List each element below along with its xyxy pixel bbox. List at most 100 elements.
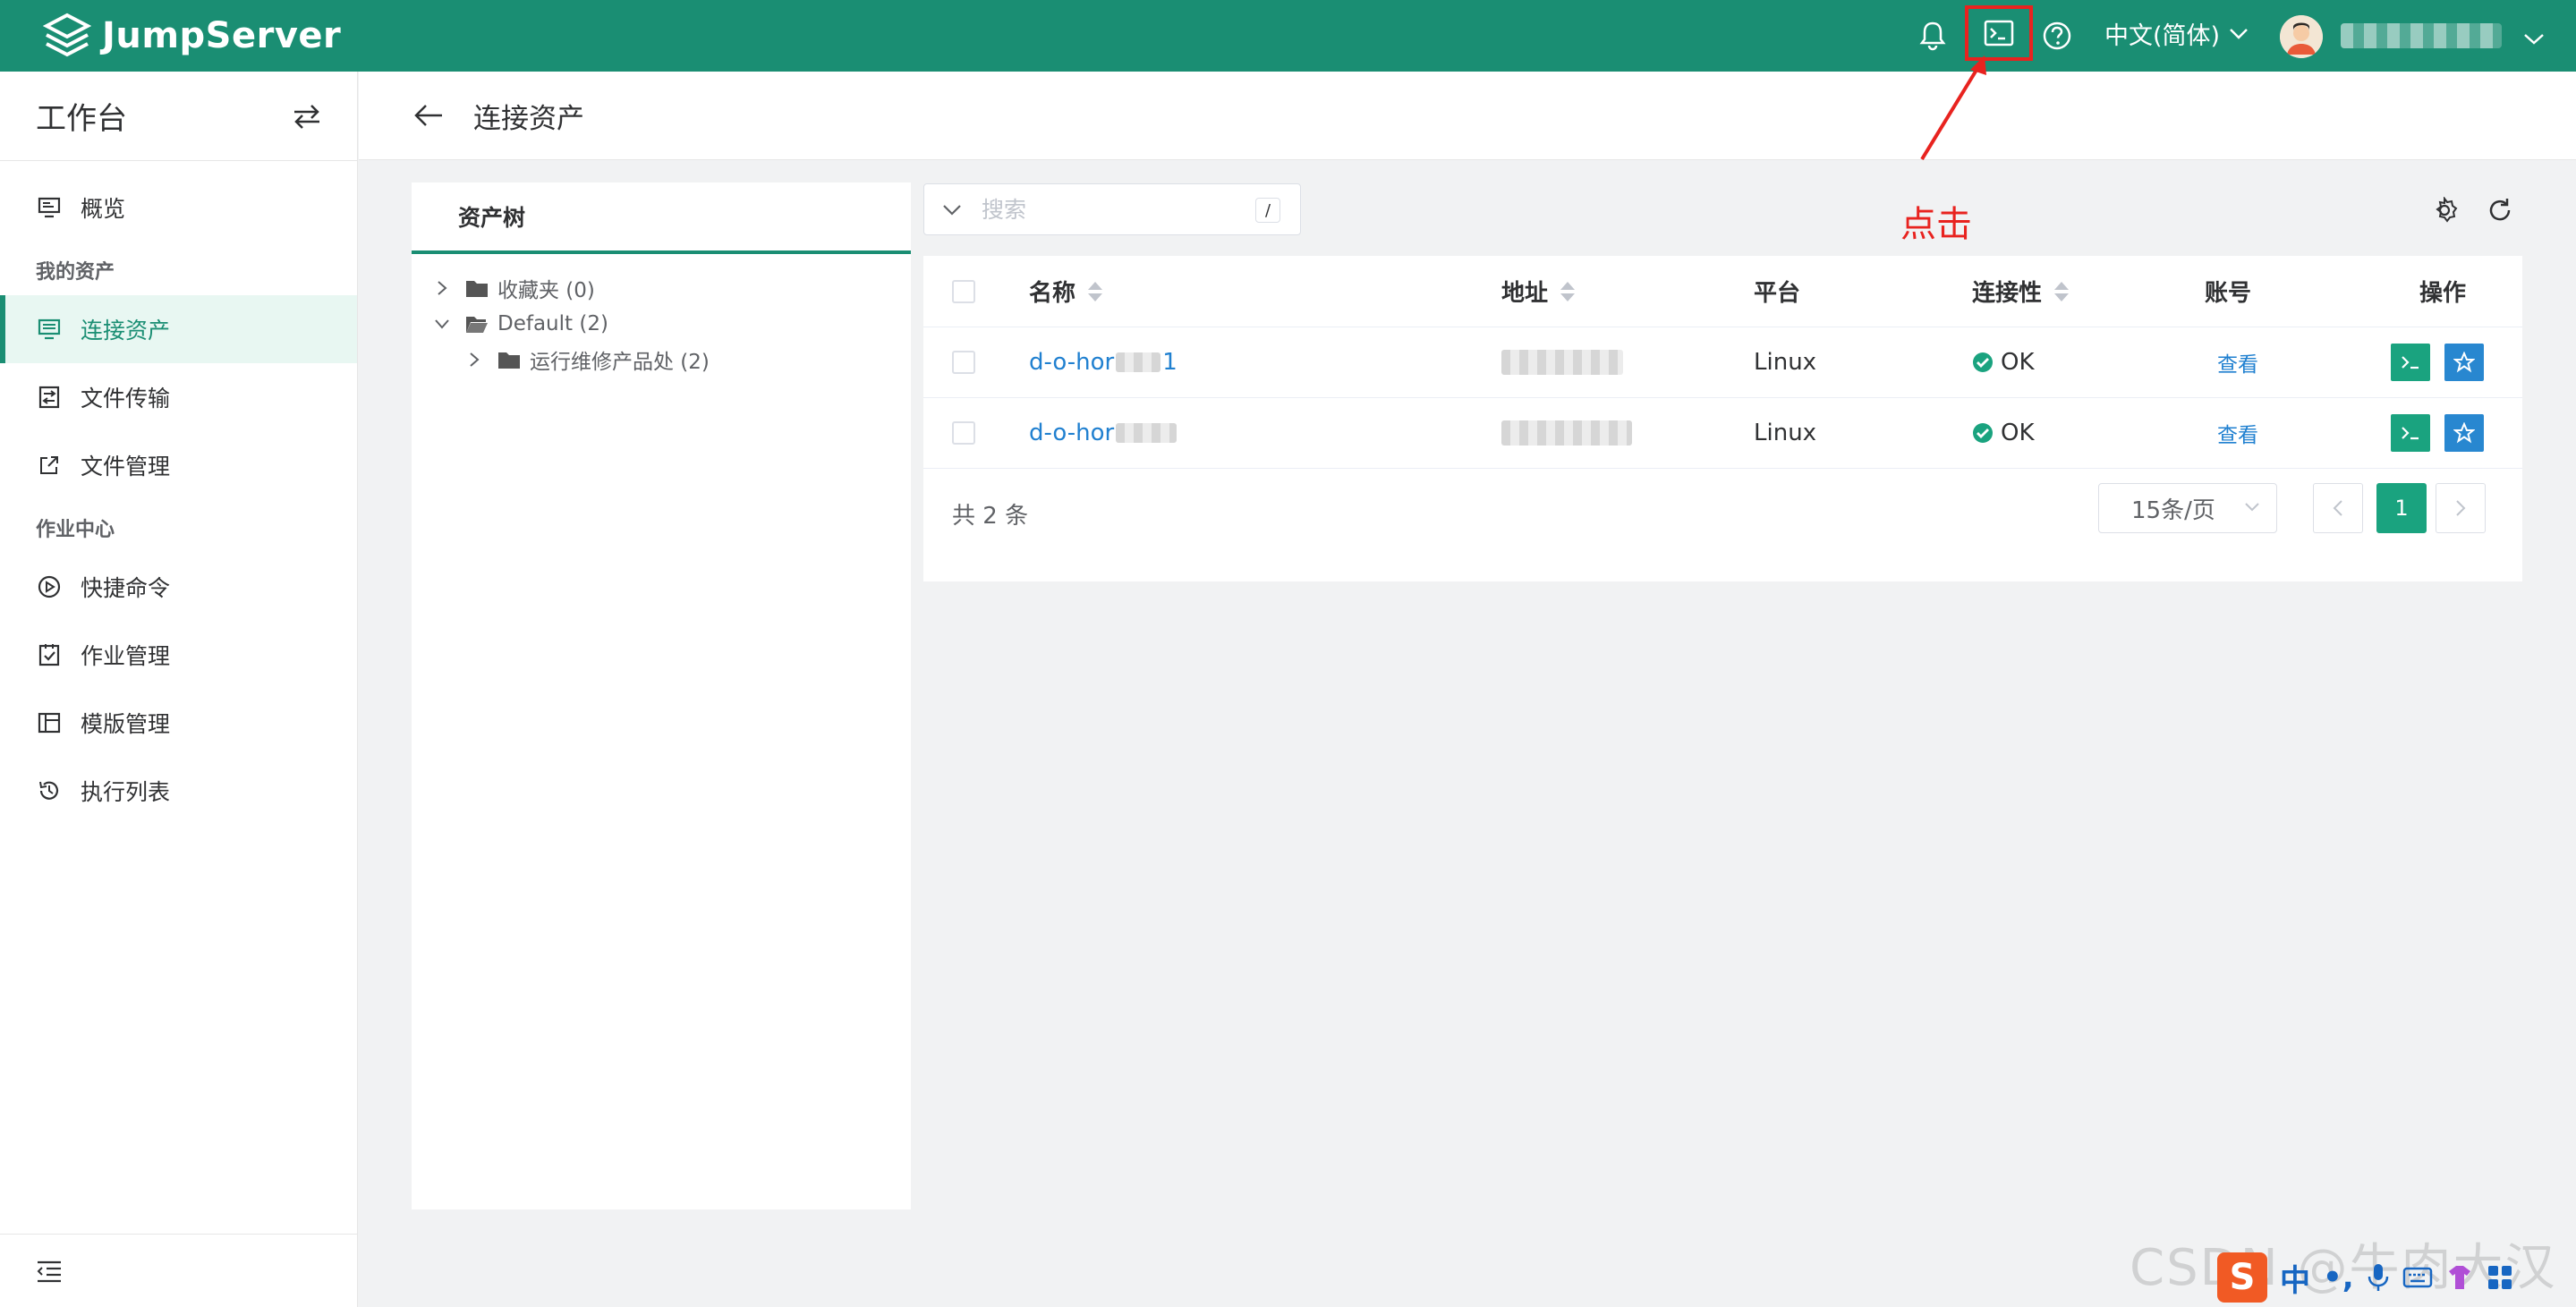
connectivity-status: OK [1972,327,2035,397]
bell-icon[interactable] [1915,18,1951,54]
check-circle-icon [1973,423,1993,443]
sogou-ime-logo[interactable]: S [2217,1252,2267,1303]
tree-node-default[interactable]: Default (2) [412,306,911,342]
column-label: 名称 [1029,280,1076,307]
page-number-1[interactable]: 1 [2376,483,2427,533]
sort-icon[interactable] [1559,280,1577,303]
keyboard-icon[interactable] [2402,1265,2433,1290]
column-header-account: 账号 [2205,256,2251,327]
sidebar-item-label: 文件传输 [81,386,171,412]
sidebar-item-file-transfer[interactable]: 文件传输 [0,363,357,431]
switch-view-icon[interactable] [293,104,321,129]
tree-node-label: Default (2) [497,312,608,335]
refresh-icon[interactable] [2482,192,2518,228]
skin-icon[interactable] [2445,1264,2474,1291]
asset-table: 名称 地址 平台 连接性 账号 操作 d-o-hor 1 Linux OK 查看 [923,256,2522,581]
column-header-name[interactable]: 名称 [1029,256,1104,327]
sidebar-item-job-manage[interactable]: 作业管理 [0,621,357,689]
asset-name: d-o-hor [1029,349,1115,376]
chevron-right-icon[interactable] [463,349,485,370]
tree-node-favorites[interactable]: 收藏夹 (0) [412,270,911,306]
language-label: 中文(简体) [2104,22,2221,50]
column-label: 连接性 [1972,280,2043,307]
row-checkbox[interactable] [952,351,975,374]
sidebar-item-label: 文件管理 [81,454,171,480]
sidebar-item-template-manage[interactable]: 模版管理 [0,689,357,757]
total-count: 共 2 条 [952,503,1029,530]
microphone-icon[interactable] [2367,1262,2390,1293]
logo[interactable]: JumpServer [43,12,341,60]
gear-icon[interactable] [2427,192,2462,228]
web-terminal-button[interactable] [1965,5,2033,61]
sort-icon[interactable] [1086,280,1104,303]
terminal-prompt-icon [2402,427,2419,440]
asset-tree-panel: 资产树 收藏夹 (0) Default (2) 运行维修产品处 (2) [412,182,911,1209]
page-size-value: 15条/页 [2131,496,2215,524]
column-header-platform: 平台 [1754,256,1800,327]
next-page-button[interactable] [2436,483,2486,533]
search-input[interactable] [982,196,1232,223]
avatar[interactable] [2280,15,2323,58]
back-button[interactable] [411,98,446,133]
folder-icon [498,352,520,369]
asset-platform: Linux [1754,349,1817,376]
check-circle-icon [1973,352,1993,372]
select-all-checkbox-cell [952,256,975,327]
row-checkbox[interactable] [952,421,975,445]
favorite-button[interactable] [2444,344,2484,381]
external-link-icon [36,452,63,479]
folder-open-icon [466,317,488,333]
username-blurred[interactable] [2341,23,2502,48]
connect-terminal-button[interactable] [2391,344,2430,381]
asset-name-link[interactable]: d-o-hor 1 [1029,327,1177,397]
brand-name: JumpServer [102,15,342,56]
sidebar-item-connect-assets[interactable]: 连接资产 [0,295,357,363]
file-transfer-icon [36,384,63,411]
ime-mode[interactable]: 中 [2280,1256,2310,1300]
status-text: OK [2001,420,2035,446]
sidebar-item-label: 连接资产 [81,318,171,344]
tab-asset-tree[interactable]: 资产树 [412,182,911,254]
help-icon[interactable] [2039,18,2075,54]
star-icon [2453,352,2475,373]
chevron-right-icon [2456,500,2466,516]
monitor-icon [36,316,63,343]
language-selector[interactable]: 中文(简体) [2104,16,2249,51]
view-account-link[interactable]: 查看 [2217,327,2258,397]
chevron-down-icon[interactable] [940,198,964,221]
asset-address-cell [1501,327,1623,397]
sidebar-item-label: 模版管理 [81,711,171,737]
sidebar-collapse-button[interactable] [0,1234,358,1307]
sidebar-item-exec-list[interactable]: 执行列表 [0,757,357,825]
sidebar-item-label: 快捷命令 [81,575,171,601]
arrow-left-icon [414,105,442,126]
search-box[interactable]: / [923,183,1301,235]
prev-page-button[interactable] [2313,483,2363,533]
tree-node-label: 收藏夹 (0) [497,279,595,302]
grid-menu-icon[interactable] [2487,1264,2513,1291]
sidebar-item-overview[interactable]: 概览 [0,174,357,242]
sort-icon[interactable] [2053,280,2070,303]
sidebar-item-label: 作业管理 [81,643,171,669]
column-label: 平台 [1754,280,1801,307]
column-header-connectivity[interactable]: 连接性 [1972,256,2070,327]
tree-node-child[interactable]: 运行维修产品处 (2) [412,342,911,378]
star-icon [2453,422,2475,444]
chevron-right-icon[interactable] [431,277,453,299]
ime-punctuation[interactable]: •, [2323,1260,2354,1295]
page-size-select[interactable]: 15条/页 [2098,483,2277,533]
blurred-text [1116,352,1161,372]
table-row[interactable]: d-o-hor 1 Linux OK 查看 [923,327,2522,398]
sidebar-item-quick-command[interactable]: 快捷命令 [0,553,357,621]
sidebar-group-my-assets: 我的资产 [36,261,115,284]
page-title: 连接资产 [473,102,584,135]
history-icon [36,777,63,804]
column-header-address[interactable]: 地址 [1501,256,1577,327]
sidebar-group-jobs: 作业中心 [36,519,115,541]
collapse-menu-icon [37,1260,61,1282]
column-label: 地址 [1501,280,1549,307]
select-all-checkbox[interactable] [952,279,975,303]
chevron-down-icon[interactable] [2516,21,2552,57]
sidebar-item-file-manage[interactable]: 文件管理 [0,431,357,499]
chevron-down-icon[interactable] [431,313,453,335]
